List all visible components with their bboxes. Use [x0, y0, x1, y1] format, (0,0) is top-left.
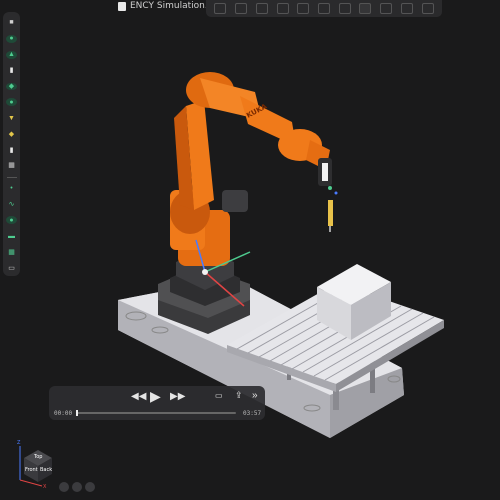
- play-icon[interactable]: ▶: [150, 388, 161, 405]
- robot-arm: KUKA: [170, 72, 338, 266]
- view-cube[interactable]: Top Front Back Z X: [12, 440, 62, 490]
- cube-back-label[interactable]: Back: [40, 467, 52, 473]
- cube-top-label[interactable]: Top: [34, 454, 42, 460]
- video-player: ◀◀ ▶ ▶▶ ▭ ⇪ » 00:00 03:57: [49, 386, 265, 420]
- cube-front-label[interactable]: Front: [25, 467, 38, 473]
- camera-view-icon[interactable]: [85, 482, 95, 492]
- fit-view-icon[interactable]: [59, 482, 69, 492]
- shading-icon[interactable]: [72, 482, 82, 492]
- fast-forward-icon[interactable]: ▶▶: [170, 391, 185, 402]
- progress-knob[interactable]: [76, 410, 78, 416]
- axis-x-label: X: [43, 484, 47, 490]
- share-icon[interactable]: ⇪: [235, 390, 243, 401]
- total-time: 03:57: [243, 410, 262, 417]
- rewind-icon[interactable]: ◀◀: [131, 391, 146, 402]
- view-buttons: [59, 482, 95, 492]
- skip-icon[interactable]: »: [252, 390, 258, 401]
- pip-icon[interactable]: ▭: [215, 391, 223, 400]
- current-time: 00:00: [54, 410, 73, 417]
- progress-track[interactable]: [76, 410, 236, 416]
- axis-z-label: Z: [17, 440, 21, 446]
- simulation-viewport[interactable]: KUKA: [0, 0, 500, 500]
